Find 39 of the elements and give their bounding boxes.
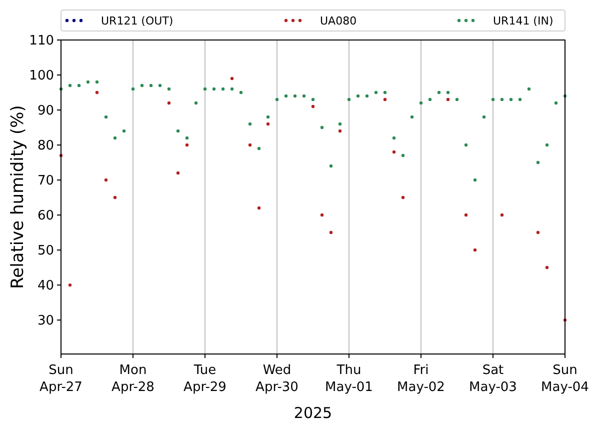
x-tick-label: Sun Apr-27 (40, 363, 82, 395)
y-tick-label: 80 (37, 138, 54, 154)
y-tick-label: 50 (37, 244, 54, 259)
x-tick-label: Mon Apr-28 (112, 363, 154, 395)
x-tick-label: Tue Apr-29 (184, 363, 226, 395)
y-tick-label: 60 (37, 208, 54, 224)
y-tick: 70 (37, 174, 62, 189)
y-tick-label: 110 (29, 34, 54, 48)
y-tick: 60 (37, 208, 62, 224)
legend-label: UR141 (IN) (493, 14, 554, 28)
y-tick: 80 (37, 138, 62, 154)
y-tick-label: 100 (29, 68, 54, 84)
x-tick: Wed Apr-30 (256, 354, 298, 395)
y-tick-label: 30 (37, 314, 54, 329)
y-tick: 100 (29, 68, 62, 84)
y-tick-label: 40 (37, 278, 54, 294)
y-tick-label: 70 (37, 174, 54, 189)
x-tick-label: Sat May-03 (469, 363, 517, 395)
x-tick: Mon Apr-28 (112, 354, 154, 395)
x-tick: Sun May-04 (541, 354, 589, 395)
x-tick-label: Wed Apr-30 (256, 363, 298, 395)
y-axis-label: Relative humidity (%) (8, 105, 28, 289)
x-tick-label: Thu May-01 (325, 363, 373, 395)
x-tick: Thu May-01 (325, 354, 373, 395)
y-tick: 50 (37, 244, 62, 259)
x-tick: Sat May-03 (469, 354, 517, 395)
y-tick-label: 90 (37, 104, 54, 119)
legend-label: UA080 (320, 14, 357, 28)
y-tick: 40 (37, 278, 62, 294)
x-axis-label: 2025 (294, 404, 332, 422)
y-tick: 30 (37, 314, 62, 329)
y-tick: 90 (37, 104, 62, 118)
x-tick: Sun Apr-27 (40, 354, 82, 395)
legend-label: UR121 (OUT) (101, 14, 174, 28)
x-tick-label: Fri May-02 (397, 363, 445, 395)
x-tick-label: Sun May-04 (541, 363, 589, 395)
y-tick: 110 (29, 34, 62, 48)
x-tick: Fri May-02 (397, 354, 445, 395)
x-tick: Tue Apr-29 (184, 354, 226, 395)
